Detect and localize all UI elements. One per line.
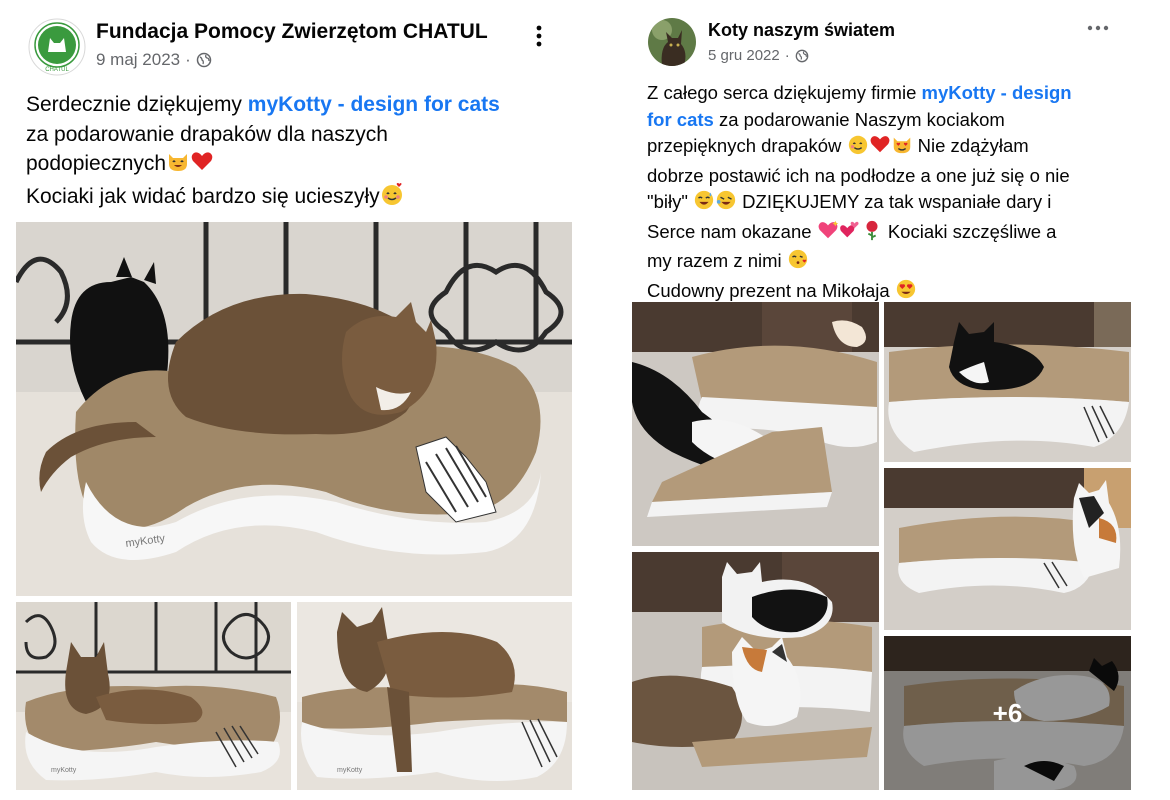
grinning-sweat-emoji [693, 189, 715, 219]
tabby-cat-photo: myKotty [16, 602, 291, 790]
red-heart-emoji [190, 149, 214, 182]
two-hearts-emoji [839, 219, 861, 249]
sparkling-heart-emoji [817, 219, 839, 249]
logo-text: CHATUL [45, 67, 69, 73]
horizontal-dots-icon [1087, 25, 1109, 31]
globe-icon [795, 49, 809, 62]
post-header: CHATUL Fundacja Pomocy Zwierzętom CHATUL… [28, 18, 488, 76]
post-photo-main[interactable]: myKotty [16, 222, 572, 596]
svg-text:myKotty: myKotty [337, 767, 363, 774]
post-text-right: Z całego serca dziękujemy firmie myKotty… [647, 80, 1072, 307]
rose-emoji [861, 219, 883, 249]
group-name[interactable]: Koty naszym światem [708, 20, 895, 41]
grid-photo-1[interactable] [632, 302, 879, 546]
post-meta: 9 maj 2023 · [96, 50, 488, 70]
post-photo-3[interactable]: myKotty [297, 602, 572, 790]
post-header-right: Koty naszym światem 5 gru 2022 · [648, 18, 895, 66]
svg-text:myKotty: myKotty [51, 767, 77, 774]
mention-link-right[interactable]: myKotty - design [922, 82, 1072, 103]
smiling-hearts-emoji [847, 133, 869, 163]
cat-on-scratcher-photo: myKotty [16, 222, 572, 596]
two-cats-photo [632, 552, 879, 790]
smiling-hearts-emoji [380, 182, 404, 215]
post-date[interactable]: 9 maj 2023 [96, 50, 180, 70]
page-name[interactable]: Fundacja Pomocy Zwierzętom CHATUL [96, 20, 488, 44]
grid-photo-3[interactable] [884, 468, 1131, 630]
grid-photo-5[interactable]: +6 [884, 636, 1131, 790]
post-text: Serdecznie dziękujemy myKotty - design f… [26, 90, 500, 214]
more-photos-overlay[interactable]: +6 [884, 636, 1131, 790]
heart-eyes-cat-emoji [891, 133, 913, 163]
mention-link[interactable]: myKotty - design for cats [248, 93, 500, 116]
post-date-right[interactable]: 5 gru 2022 [708, 47, 780, 64]
grid-photo-2[interactable] [884, 302, 1131, 462]
vertical-dots-icon [536, 25, 542, 47]
post-meta-right: 5 gru 2022 · [708, 47, 895, 64]
calico-cat-photo [884, 468, 1131, 630]
post-options-button-right[interactable] [1082, 18, 1114, 38]
chatul-logo: CHATUL [28, 18, 86, 76]
tuxedo-cat-photo [884, 302, 1131, 462]
post-options-button[interactable] [527, 22, 551, 50]
post-right: Koty naszym światem 5 gru 2022 · Z całeg… [600, 0, 1170, 800]
post-photo-2[interactable]: myKotty [16, 602, 291, 790]
avatar-photo [648, 18, 696, 66]
kissing-heart-emoji [787, 248, 809, 278]
tabby-cat-leaning-photo: myKotty [297, 602, 572, 790]
rolling-laughing-emoji [715, 189, 737, 219]
smiling-cat-emoji [166, 149, 190, 182]
grid-photo-4[interactable] [632, 552, 879, 790]
red-heart-emoji [869, 133, 891, 163]
mention-link-right-cont[interactable]: for cats [647, 109, 714, 130]
post-left: CHATUL Fundacja Pomocy Zwierzętom CHATUL… [0, 0, 590, 800]
black-white-cat-photo [632, 302, 879, 546]
page-avatar[interactable]: CHATUL [28, 18, 86, 76]
group-avatar[interactable] [648, 18, 696, 66]
globe-icon [196, 52, 212, 68]
